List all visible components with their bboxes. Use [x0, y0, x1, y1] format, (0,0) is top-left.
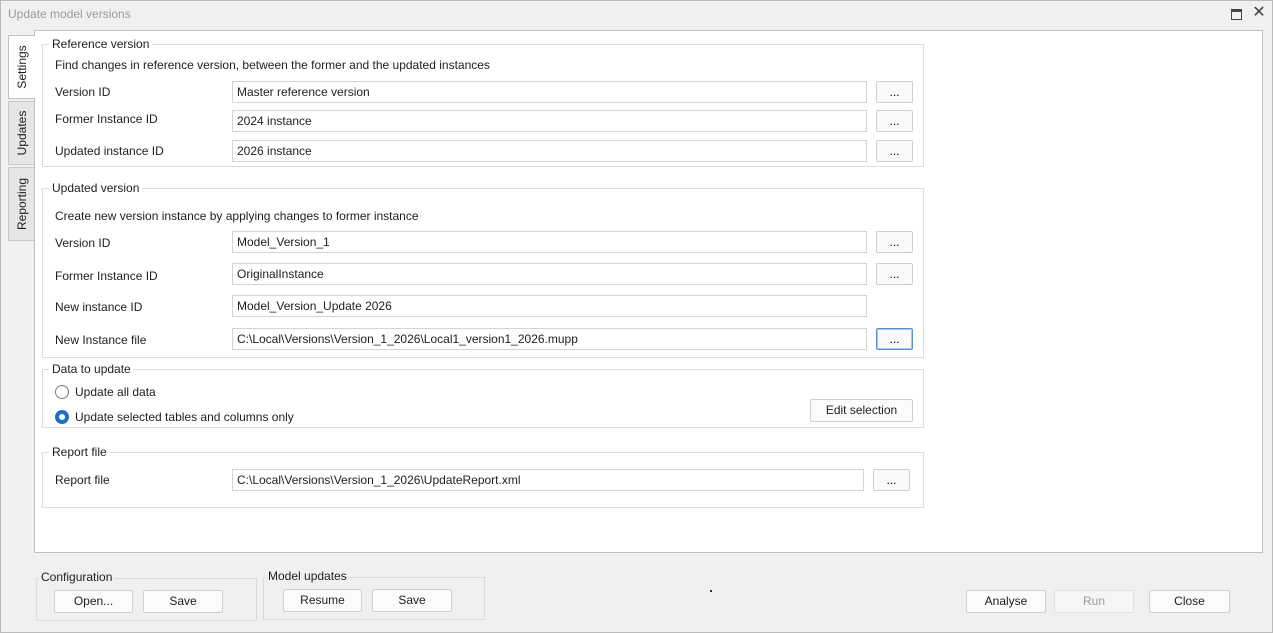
- radio-update-all-data-label: Update all data: [75, 385, 156, 399]
- window-title: Update model versions: [8, 7, 131, 21]
- upd-former-instance-id-browse-button[interactable]: ...: [876, 263, 913, 285]
- ref-updated-instance-id-input[interactable]: [232, 140, 867, 162]
- ref-former-instance-id-browse-button[interactable]: ...: [876, 110, 913, 132]
- ref-version-id-input[interactable]: [232, 81, 867, 103]
- settings-panel: Reference version Find changes in refere…: [34, 30, 1263, 553]
- upd-version-id-input[interactable]: [232, 231, 867, 253]
- radio-update-all-data-circle[interactable]: [55, 385, 69, 399]
- ref-version-id-browse-button[interactable]: ...: [876, 81, 913, 103]
- updated-version-description: Create new version instance by applying …: [55, 209, 419, 223]
- configuration-save-button[interactable]: Save: [143, 590, 223, 613]
- report-file-label: Report file: [55, 473, 110, 487]
- stray-dot: [710, 590, 712, 592]
- configuration-open-button[interactable]: Open...: [54, 590, 133, 613]
- tab-reporting[interactable]: Reporting: [8, 167, 34, 241]
- report-file-browse-button[interactable]: ...: [873, 469, 910, 491]
- ref-former-instance-id-input[interactable]: [232, 110, 867, 132]
- radio-update-selected-label: Update selected tables and columns only: [75, 410, 294, 424]
- update-model-versions-window: Update model versions ✕ Settings Updates…: [0, 0, 1273, 633]
- title-bar: Update model versions ✕: [1, 1, 1272, 27]
- analyse-button[interactable]: Analyse: [966, 590, 1046, 613]
- radio-update-selected-circle[interactable]: [55, 410, 69, 424]
- upd-former-instance-id-label: Former Instance ID: [55, 269, 158, 283]
- model-updates-save-button[interactable]: Save: [372, 589, 452, 612]
- upd-former-instance-id-input[interactable]: [232, 263, 867, 285]
- updated-version-group: Updated version Create new version insta…: [42, 181, 924, 358]
- upd-version-id-label: Version ID: [55, 236, 111, 250]
- tab-reporting-label: Reporting: [14, 177, 29, 231]
- updated-version-legend: Updated version: [49, 181, 143, 195]
- report-file-input[interactable]: [232, 469, 864, 491]
- reference-version-description: Find changes in reference version, betwe…: [55, 58, 490, 72]
- configuration-legend: Configuration: [39, 570, 115, 584]
- maximize-icon[interactable]: [1229, 6, 1243, 20]
- reference-version-group: Reference version Find changes in refere…: [42, 37, 924, 167]
- ref-version-id-label: Version ID: [55, 85, 111, 99]
- data-to-update-legend: Data to update: [49, 362, 134, 376]
- tab-updates-label: Updates: [14, 110, 29, 156]
- model-updates-group: Model updates Resume Save: [263, 569, 485, 620]
- report-file-group: Report file Report file ...: [42, 445, 924, 508]
- model-updates-resume-button[interactable]: Resume: [283, 589, 362, 612]
- close-icon[interactable]: ✕: [1252, 5, 1266, 21]
- model-updates-legend: Model updates: [266, 569, 349, 583]
- run-button[interactable]: Run: [1054, 590, 1134, 613]
- upd-version-id-browse-button[interactable]: ...: [876, 231, 913, 253]
- upd-new-instance-id-label: New instance ID: [55, 300, 143, 314]
- ref-updated-instance-id-label: Updated instance ID: [55, 144, 164, 158]
- upd-new-instance-id-input[interactable]: [232, 295, 867, 317]
- configuration-group: Configuration Open... Save: [36, 570, 257, 621]
- close-button[interactable]: Close: [1149, 590, 1230, 613]
- ref-former-instance-id-label: Former Instance ID: [55, 112, 158, 126]
- ref-updated-instance-id-browse-button[interactable]: ...: [876, 140, 913, 162]
- tab-settings-label: Settings: [15, 45, 29, 89]
- report-file-legend: Report file: [49, 445, 110, 459]
- upd-new-instance-file-input[interactable]: [232, 328, 867, 350]
- upd-new-instance-file-label: New Instance file: [55, 333, 147, 347]
- tab-updates[interactable]: Updates: [8, 101, 34, 165]
- tab-settings[interactable]: Settings: [8, 35, 35, 99]
- reference-version-legend: Reference version: [49, 37, 153, 51]
- data-to-update-group: Data to update Update all data Update se…: [42, 362, 924, 428]
- edit-selection-button[interactable]: Edit selection: [810, 399, 913, 422]
- upd-new-instance-file-browse-button[interactable]: ...: [876, 328, 913, 350]
